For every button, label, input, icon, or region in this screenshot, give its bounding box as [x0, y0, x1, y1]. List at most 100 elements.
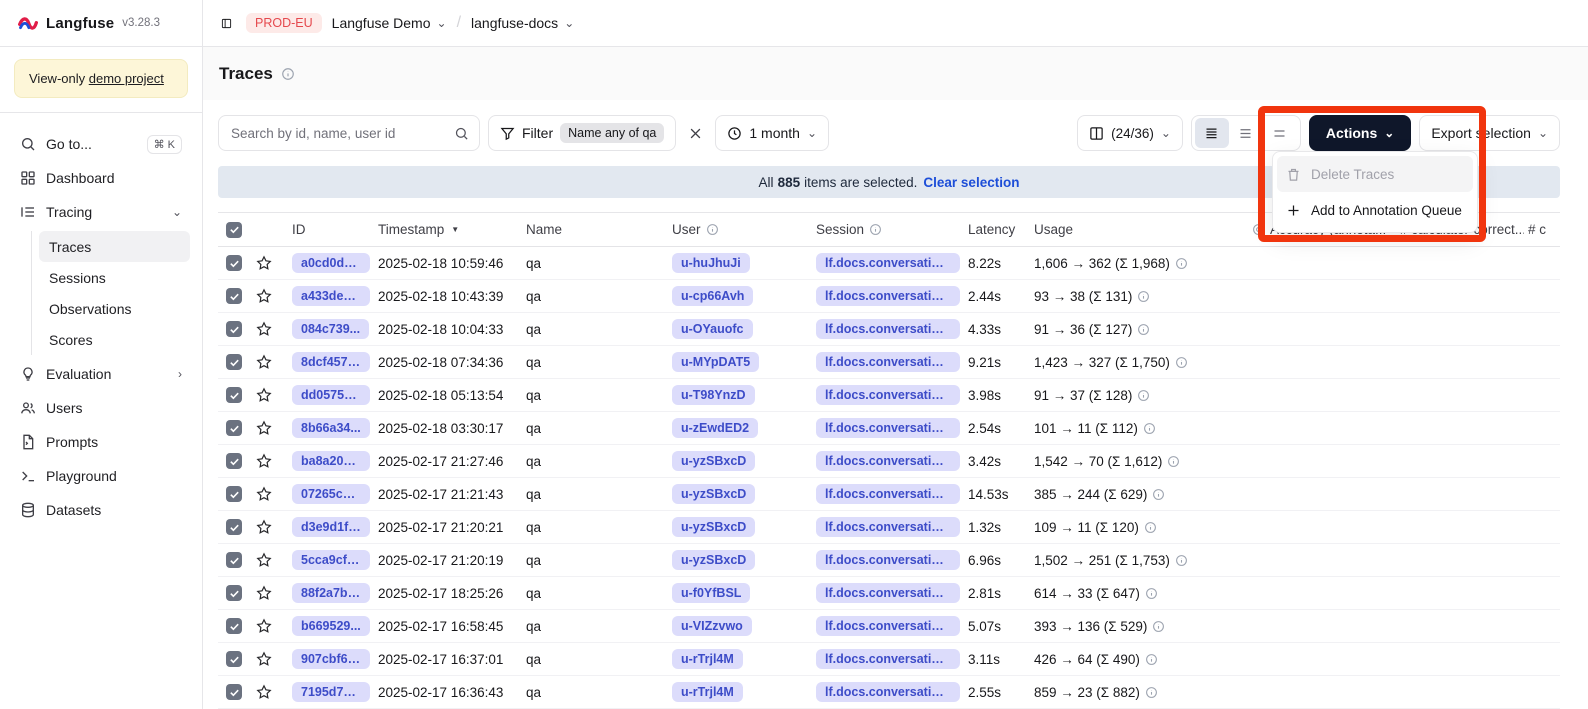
actions-button[interactable]: Actions ⌄ [1309, 115, 1411, 151]
session-badge[interactable]: lf.docs.conversation... [816, 451, 960, 471]
row-height-large-button[interactable] [1263, 118, 1297, 148]
info-icon[interactable] [1145, 686, 1158, 699]
session-badge[interactable]: lf.docs.conversation... [816, 583, 960, 603]
col-header-timestamp[interactable]: Timestamp▼ [374, 222, 522, 237]
session-badge[interactable]: lf.docs.conversation... [816, 682, 960, 702]
trace-id-badge[interactable]: d3e9d1f2... [292, 517, 370, 537]
star-icon[interactable] [256, 519, 272, 535]
trace-id-badge[interactable]: ba8a208f... [292, 451, 370, 471]
user-badge[interactable]: u-rTrjl4M [672, 682, 743, 702]
star-icon[interactable] [256, 288, 272, 304]
star-icon[interactable] [256, 354, 272, 370]
sidebar-toggle-icon[interactable] [217, 14, 236, 33]
sidebar-item-datasets[interactable]: Datasets [12, 493, 190, 527]
user-badge[interactable]: u-yzSBxcD [672, 517, 755, 537]
user-badge[interactable]: u-yzSBxcD [672, 484, 755, 504]
info-icon[interactable] [1152, 620, 1165, 633]
star-icon[interactable] [256, 552, 272, 568]
row-checkbox[interactable] [226, 420, 242, 436]
trace-id-badge[interactable]: 907cbf6e... [292, 649, 370, 669]
search-icon[interactable] [454, 126, 469, 141]
sidebar-item-sessions[interactable]: Sessions [39, 262, 190, 293]
user-badge[interactable]: u-OYauofc [672, 319, 753, 339]
info-icon[interactable] [1175, 257, 1188, 270]
trace-id-badge[interactable]: 88f2a7b0... [292, 583, 370, 603]
trace-id-badge[interactable]: 8dcf4574... [292, 352, 370, 372]
info-icon[interactable] [1137, 323, 1150, 336]
session-badge[interactable]: lf.docs.conversation... [816, 517, 960, 537]
row-height-small-button[interactable] [1195, 118, 1229, 148]
trace-id-badge[interactable]: 084c739... [292, 319, 369, 339]
sidebar-item-dashboard[interactable]: Dashboard [12, 161, 190, 195]
session-badge[interactable]: lf.docs.conversation... [816, 286, 960, 306]
sidebar-item-observations[interactable]: Observations [39, 293, 190, 324]
row-checkbox[interactable] [226, 387, 242, 403]
row-checkbox[interactable] [226, 519, 242, 535]
sidebar-item-users[interactable]: Users [12, 391, 190, 425]
star-icon[interactable] [256, 453, 272, 469]
export-selection-button[interactable]: Export selection ⌄ [1419, 115, 1560, 151]
star-icon[interactable] [256, 420, 272, 436]
org-switcher[interactable]: Langfuse Demo⌄ [332, 15, 447, 31]
col-header-latency[interactable]: Latency [964, 222, 1030, 237]
user-badge[interactable]: u-zEwdED2 [672, 418, 758, 438]
user-badge[interactable]: u-yzSBxcD [672, 550, 755, 570]
info-icon[interactable] [1137, 290, 1150, 303]
row-checkbox[interactable] [226, 453, 242, 469]
trace-id-badge[interactable]: a433de51... [292, 286, 370, 306]
row-checkbox[interactable] [226, 288, 242, 304]
sidebar-item-tracing[interactable]: Tracing ⌄ [12, 195, 190, 229]
row-checkbox[interactable] [226, 618, 242, 634]
row-checkbox[interactable] [226, 321, 242, 337]
info-icon[interactable] [1167, 455, 1180, 468]
col-header-usage[interactable]: Usage [1030, 222, 1248, 237]
user-badge[interactable]: u-VIZzvwo [672, 616, 752, 636]
session-badge[interactable]: lf.docs.conversation... [816, 484, 960, 504]
row-height-medium-button[interactable] [1229, 118, 1263, 148]
star-icon[interactable] [256, 684, 272, 700]
row-checkbox[interactable] [226, 585, 242, 601]
row-checkbox[interactable] [226, 552, 242, 568]
trace-id-badge[interactable]: dd05753... [292, 385, 370, 405]
sidebar-item-playground[interactable]: Playground [12, 459, 190, 493]
columns-button[interactable]: (24/36) ⌄ [1077, 115, 1183, 151]
session-badge[interactable]: lf.docs.conversation... [816, 550, 960, 570]
col-header-name[interactable]: Name [522, 222, 668, 237]
info-icon[interactable] [1137, 389, 1150, 402]
row-checkbox[interactable] [226, 486, 242, 502]
sidebar-item-evaluation[interactable]: Evaluation › [12, 357, 190, 391]
info-icon[interactable] [1143, 422, 1156, 435]
filter-button[interactable]: Filter Name any of qa [488, 115, 676, 151]
trace-id-badge[interactable]: 5cca9cf2... [292, 550, 370, 570]
star-icon[interactable] [256, 585, 272, 601]
select-all-checkbox[interactable] [226, 222, 242, 238]
user-badge[interactable]: u-cp66Avh [672, 286, 753, 306]
col-header-id[interactable]: ID [288, 222, 374, 237]
clear-selection-link[interactable]: Clear selection [923, 175, 1019, 190]
search-input[interactable] [231, 126, 454, 141]
info-icon[interactable] [869, 223, 882, 236]
info-icon[interactable] [1145, 587, 1158, 600]
sidebar-item-goto[interactable]: Go to... ⌘ K [12, 127, 190, 161]
info-icon[interactable] [281, 67, 295, 81]
info-icon[interactable] [1152, 488, 1165, 501]
session-badge[interactable]: lf.docs.conversation... [816, 253, 960, 273]
trace-id-badge[interactable]: 8b66a34... [292, 418, 370, 438]
info-icon[interactable] [706, 223, 719, 236]
demo-project-link[interactable]: demo project [89, 71, 164, 86]
session-badge[interactable]: lf.docs.conversation... [816, 385, 960, 405]
clear-filter-button[interactable] [684, 122, 707, 145]
info-icon[interactable] [1175, 356, 1188, 369]
sidebar-item-scores[interactable]: Scores [39, 324, 190, 355]
session-badge[interactable]: lf.docs.conversation... [816, 649, 960, 669]
trace-id-badge[interactable]: a0cd0d9... [292, 253, 370, 273]
row-checkbox[interactable] [226, 684, 242, 700]
star-icon[interactable] [256, 651, 272, 667]
user-badge[interactable]: u-T98YnzD [672, 385, 755, 405]
user-badge[interactable]: u-MYpDAT5 [672, 352, 759, 372]
col-header-user[interactable]: User [668, 222, 812, 237]
trace-id-badge[interactable]: 7195d78e... [292, 682, 370, 702]
row-checkbox[interactable] [226, 651, 242, 667]
sidebar-item-prompts[interactable]: Prompts [12, 425, 190, 459]
info-icon[interactable] [1144, 521, 1157, 534]
